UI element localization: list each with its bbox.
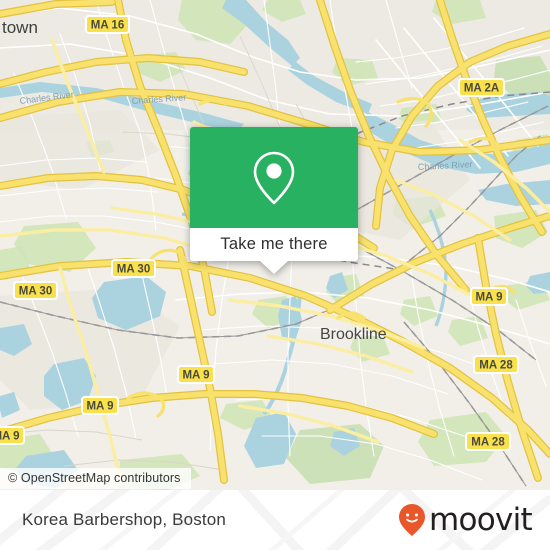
svg-text:Brookline: Brookline [320, 326, 387, 343]
footer-bar: Korea Barbershop, Boston moovit [0, 490, 550, 550]
moovit-map-screenshot: .land{fill:#f2efe9} .lw{fill:#eceae2} .w… [0, 0, 550, 550]
moovit-logo[interactable]: moovit [398, 501, 533, 538]
place-title: Korea Barbershop, Boston [22, 510, 226, 529]
moovit-smiley-pin-icon [398, 504, 425, 536]
moovit-wordmark: moovit [428, 501, 533, 538]
take-me-there-label: Take me there [220, 235, 328, 253]
map-pin-icon [253, 151, 295, 204]
location-popup-card[interactable]: Take me there [190, 127, 358, 274]
svg-text:town: town [2, 18, 38, 37]
osm-attribution[interactable]: © OpenStreetMap contributors [0, 468, 191, 489]
map-canvas[interactable]: .land{fill:#f2efe9} .lw{fill:#eceae2} .w… [0, 0, 550, 490]
popup-tail [260, 261, 288, 274]
popup-action-bar[interactable]: Take me there [190, 228, 358, 261]
popup-header [190, 127, 358, 228]
